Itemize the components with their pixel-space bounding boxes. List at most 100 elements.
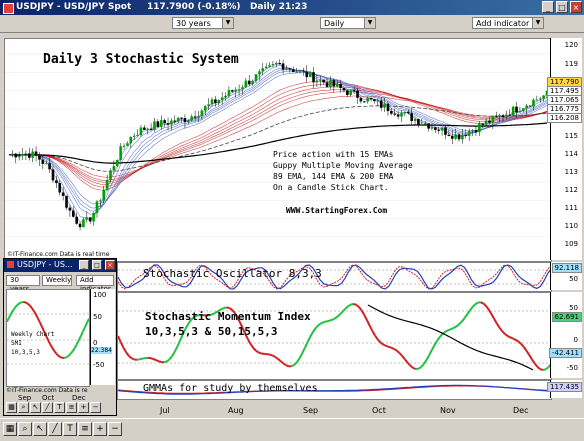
smi-segment — [391, 348, 394, 349]
close-button[interactable]: × — [105, 260, 115, 270]
x-tick-label: Dec — [72, 394, 86, 402]
candle-body — [255, 74, 258, 81]
smi-segment — [413, 368, 416, 369]
smi-segment — [256, 351, 259, 353]
line-tool-icon[interactable]: ╱ — [48, 422, 62, 436]
candle-body — [55, 180, 58, 183]
candle-body — [478, 124, 481, 132]
smi-segment — [532, 360, 535, 364]
cursor-icon[interactable]: ↖ — [30, 402, 41, 413]
candle-body — [542, 96, 545, 99]
smi-segment — [451, 328, 454, 329]
text-tool-icon[interactable]: T — [63, 422, 77, 436]
interval-select[interactable]: Daily ▼ — [320, 17, 376, 29]
weekly-interval-select[interactable]: Weekly — [42, 275, 72, 286]
weekly-add-indicator[interactable]: Add indicator — [76, 275, 114, 286]
smi-segment — [251, 344, 254, 348]
candle-body — [387, 104, 390, 111]
zoom-icon[interactable]: ⌕ — [18, 402, 29, 413]
candle-body — [481, 124, 484, 125]
candle-body — [437, 130, 440, 131]
candle-body — [99, 200, 102, 201]
candle-body — [373, 99, 376, 101]
caption-line: SMI — [11, 339, 54, 348]
candle-body — [140, 128, 143, 136]
grid-icon[interactable]: ▦ — [6, 402, 17, 413]
smi-segment — [367, 320, 370, 325]
range-select[interactable]: 30 years ▼ — [172, 17, 234, 29]
smi-segment — [513, 339, 516, 340]
smi-segment — [13, 307, 15, 310]
y-tick: -50 — [93, 361, 104, 369]
smi-segment — [527, 351, 530, 355]
notes-block: Price action with 15 EMAs Guppy Multiple… — [273, 149, 413, 193]
fibonacci-icon[interactable]: ≡ — [78, 422, 92, 436]
smi-segment — [537, 367, 540, 369]
smi-segment — [34, 311, 36, 314]
candle-body — [18, 156, 21, 157]
zoom-in-icon[interactable]: + — [93, 422, 107, 436]
smi-segment — [429, 350, 432, 355]
candle-body — [234, 90, 237, 92]
note-line: Guppy Multiple Moving Average — [273, 160, 413, 171]
smi-segment — [313, 328, 316, 332]
smi-segment — [399, 353, 402, 356]
smi-segment — [81, 332, 83, 336]
gmma-panel[interactable]: GMMAs for study by themselves — [117, 380, 552, 400]
maximize-button[interactable]: □ — [92, 260, 102, 270]
window-controls: _ □ × — [542, 1, 582, 13]
candle-body — [454, 134, 457, 138]
candle-body — [14, 154, 17, 158]
zoom-out-icon[interactable]: − — [90, 402, 101, 413]
candle-body — [48, 163, 51, 169]
stoch-osc-panel[interactable]: Stochastic Oscillator 8,3,3 — [117, 262, 552, 292]
smi-segment — [28, 304, 30, 306]
weekly-range-select[interactable]: 30 years — [6, 275, 40, 286]
cursor-icon[interactable]: ↖ — [33, 422, 47, 436]
smi-segment — [278, 359, 281, 361]
candle-body — [261, 68, 264, 71]
smi-segment — [272, 355, 275, 356]
smi-segment — [71, 351, 73, 354]
weekly-chart-window[interactable]: USDJPY - US... _ □ × 30 years Weekly Add… — [3, 258, 117, 416]
candle-body — [508, 115, 511, 116]
add-indicator-select[interactable]: Add indicator ▼ — [472, 17, 544, 29]
smi-segment — [87, 319, 89, 323]
stoch-mom-panel[interactable]: Stochastic Momentum Index 10,3,5,3 & 50,… — [117, 292, 552, 380]
smi-segment — [164, 361, 167, 362]
candle-body — [65, 196, 68, 208]
smi-segment — [397, 351, 400, 353]
candle-body — [167, 123, 170, 124]
smi-segment — [524, 347, 527, 351]
candle-body — [383, 104, 386, 108]
fibonacci-icon[interactable]: ≡ — [66, 402, 77, 413]
smi-segment — [118, 336, 121, 342]
smi-segment — [224, 307, 227, 308]
candle-body — [184, 118, 187, 122]
candle-body — [180, 118, 183, 119]
grid-icon[interactable]: ▦ — [3, 422, 17, 436]
candle-body — [69, 208, 72, 211]
y-tick: 114 — [565, 150, 578, 158]
smi-segment — [142, 358, 145, 359]
zoom-out-icon[interactable]: − — [108, 422, 122, 436]
candle-body — [217, 100, 220, 103]
candle-body — [498, 115, 501, 116]
maximize-button[interactable]: □ — [556, 1, 568, 13]
text-tool-icon[interactable]: T — [54, 402, 65, 413]
close-button[interactable]: × — [570, 1, 582, 13]
candle-body — [539, 99, 542, 100]
zoom-in-icon[interactable]: + — [78, 402, 89, 413]
stoch-mom-tag: 62.691 — [552, 312, 583, 322]
candle-body — [265, 67, 268, 69]
candle-body — [160, 120, 163, 127]
minimize-button[interactable]: _ — [542, 1, 554, 13]
minimize-button[interactable]: _ — [79, 260, 89, 270]
zoom-icon[interactable]: ⌕ — [18, 422, 32, 436]
x-tick-label: Sep — [18, 394, 31, 402]
price-panel[interactable]: Daily 3 Stochastic System Price action w… — [4, 38, 552, 262]
candle-body — [52, 169, 55, 180]
weekly-chart-area[interactable]: Weekly Chart SMI 10,3,5,3 — [6, 289, 90, 387]
line-tool-icon[interactable]: ╱ — [42, 402, 53, 413]
smi-segment — [402, 356, 405, 359]
